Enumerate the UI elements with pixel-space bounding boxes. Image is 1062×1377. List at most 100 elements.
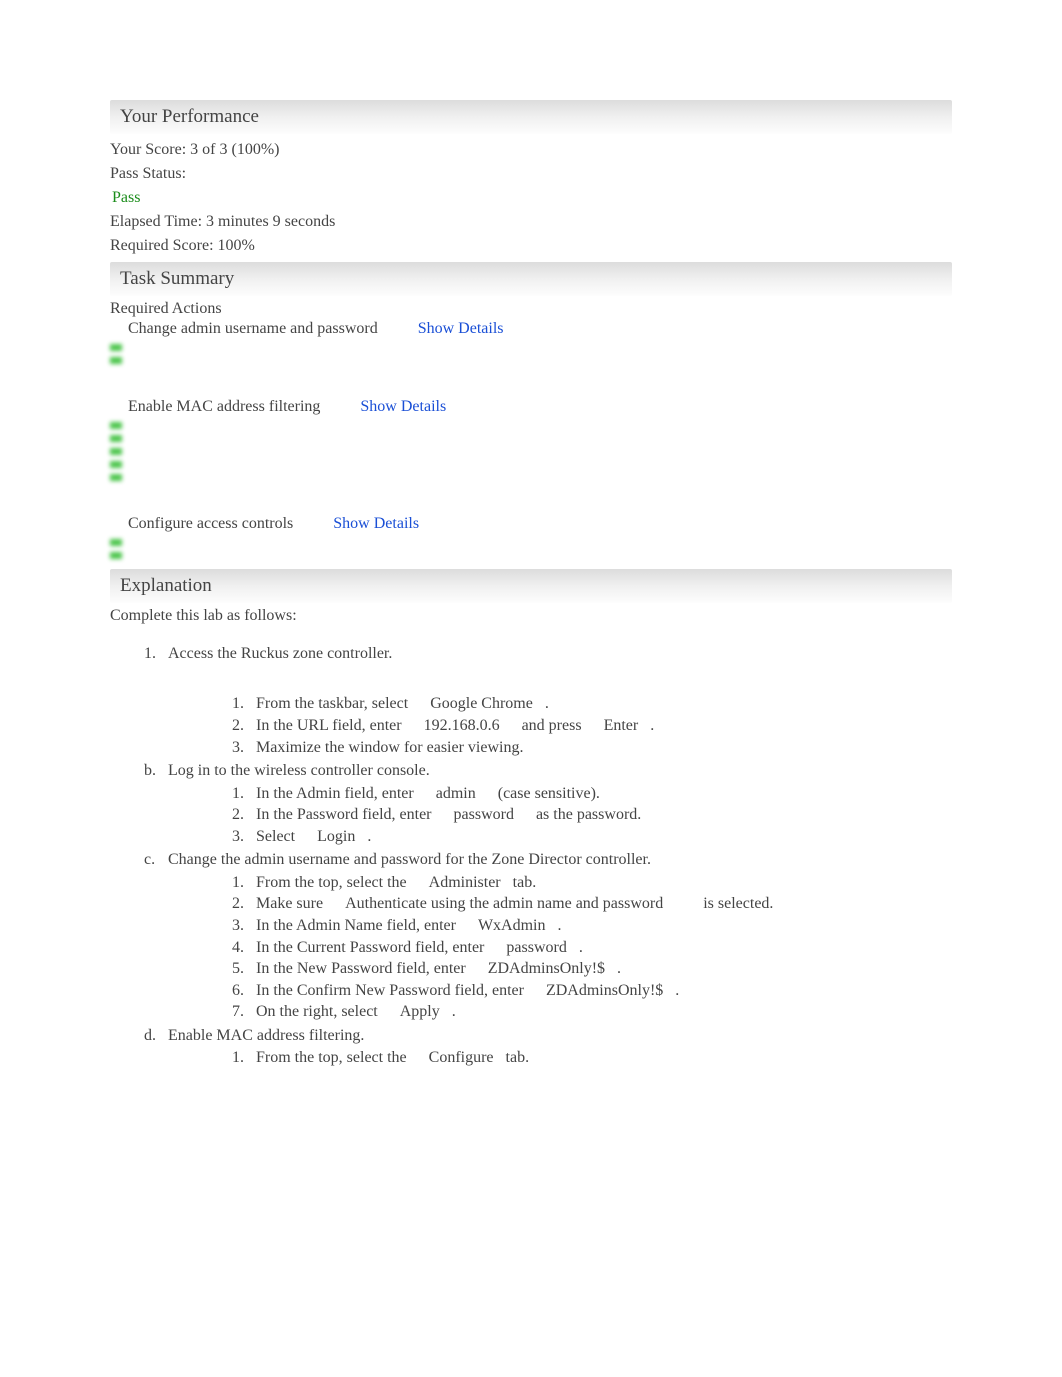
substep-text-fragment: Make sure: [256, 895, 323, 912]
substep-text-fragment: In the Confirm New Password field, enter: [256, 982, 524, 999]
substep-number: 1.: [232, 872, 244, 894]
substep-text-fragment: .: [452, 1003, 456, 1020]
explanation-intro: Complete this lab as follows:: [110, 607, 952, 625]
required-actions-label: Required Actions: [110, 300, 952, 318]
substep-item: 3.In the Admin Name field, enterWxAdmin.: [256, 915, 952, 937]
check-icon: [110, 422, 122, 429]
pass-status-label: Pass Status:: [110, 162, 952, 186]
substep-item: 1.From the top, select theConfiguretab.: [256, 1047, 952, 1069]
substep-text-fragment: Authenticate using the admin name and pa…: [345, 895, 663, 912]
substep-text-fragment: In the Admin Name field, enter: [256, 917, 456, 934]
substep-number: 7.: [232, 1001, 244, 1023]
substep-item: 7.On the right, selectApply.: [256, 1001, 952, 1023]
score-line: Your Score: 3 of 3 (100%): [110, 138, 952, 162]
check-icon: [110, 474, 122, 481]
step-item: 1. Access the Ruckus zone controller. 1. Fr…: [168, 643, 952, 758]
action-row: Configure access controls Show Details: [110, 515, 952, 533]
substep-text-fragment: Google Chrome: [430, 695, 533, 712]
step-number: 1.: [144, 643, 156, 665]
substep-text-fragment: In the Admin field, enter: [256, 785, 414, 802]
substep-item: 1.From the taskbar, selectGoogle Chrome.: [256, 693, 952, 715]
substep-text-fragment: password: [454, 806, 514, 823]
step-item: b.Log in to the wireless controller cons…: [168, 760, 952, 847]
action-block: Enable MAC address filtering Show Details: [110, 398, 952, 481]
substep-number: 1.: [232, 693, 244, 715]
substep-number: 2.: [232, 804, 244, 826]
substep-item: 4.In the Current Password field, enterpa…: [256, 937, 952, 959]
substep-text-fragment: From the top, select the: [256, 1049, 407, 1066]
substep-item: 3.SelectLogin.: [256, 826, 952, 848]
action-label: Change admin username and password: [128, 320, 378, 338]
substep-text-fragment: .: [650, 717, 654, 734]
substep-text-fragment: In the Password field, enter: [256, 806, 432, 823]
substep-number: 2.: [232, 715, 244, 737]
check-icon: [110, 461, 122, 468]
substep-item: 3.Maximize the window for easier viewing…: [256, 737, 952, 759]
substep-text-fragment: ZDAdminsOnly!$: [546, 982, 663, 999]
action-row: Change admin username and password Show D…: [110, 320, 952, 338]
action-label: Configure access controls: [128, 515, 293, 533]
required-score: Required Score: 100%: [110, 234, 952, 258]
action-row: Enable MAC address filtering Show Details: [110, 398, 952, 416]
substep-number: 3.: [232, 737, 244, 759]
substep-list: 1. From the taskbar, select Google Chrome.…: [168, 693, 952, 758]
show-details-link[interactable]: Show Details: [360, 398, 446, 416]
check-icon: [110, 435, 122, 442]
substep-text-fragment: .: [545, 695, 549, 712]
elapsed-time: Elapsed Time: 3 minutes 9 seconds: [110, 210, 952, 234]
substep-text-fragment: On the right, select: [256, 1003, 378, 1020]
substep-text-fragment: .: [617, 960, 621, 977]
substep-text-fragment: ZDAdminsOnly!$: [488, 960, 605, 977]
substep-text-fragment: Maximize the window for easier viewing.: [256, 739, 523, 756]
substep-number: 1.: [232, 1047, 244, 1069]
step-text: Enable MAC address filtering.: [168, 1025, 364, 1047]
step-text: Access the Ruckus zone controller.: [168, 643, 392, 665]
substep-text-fragment: Administer: [429, 874, 501, 891]
substep-item: 2.In the URL field, enter192.168.0.6and …: [256, 715, 952, 737]
substep-item: 1.In the Admin field, enteradmin(case se…: [256, 783, 952, 805]
substep-number: 4.: [232, 937, 244, 959]
substep-text-fragment: tab.: [513, 874, 537, 891]
status-markers: [110, 422, 952, 481]
substep-text-fragment: Configure: [429, 1049, 494, 1066]
substep-text-fragment: .: [675, 982, 679, 999]
substep-text-fragment: password: [506, 939, 566, 956]
substep-text-fragment: In the New Password field, enter: [256, 960, 466, 977]
action-block: Change admin username and password Show D…: [110, 320, 952, 364]
explanation-header: Explanation: [110, 569, 952, 603]
substep-text-fragment: WxAdmin: [478, 917, 546, 934]
show-details-link[interactable]: Show Details: [333, 515, 419, 533]
action-block: Configure access controls Show Details: [110, 515, 952, 559]
check-icon: [110, 448, 122, 455]
substep-text-fragment: 192.168.0.6: [424, 717, 500, 734]
substep-text-fragment: From the taskbar, select: [256, 695, 408, 712]
substep-item: 6.In the Confirm New Password field, ent…: [256, 980, 952, 1002]
step-number: d.: [144, 1025, 156, 1047]
substep-number: 3.: [232, 826, 244, 848]
check-icon: [110, 357, 122, 364]
substep-text-fragment: tab.: [506, 1049, 530, 1066]
step-number: b.: [144, 760, 156, 782]
substep-number: 1.: [232, 783, 244, 805]
substep-text-fragment: admin: [436, 785, 476, 802]
substep-text-fragment: (case sensitive).: [498, 785, 600, 802]
substep-list: 1. From the top, select the Configure tab.: [168, 1047, 952, 1069]
substep-text-fragment: as the password.: [536, 806, 641, 823]
substep-text-fragment: Enter: [604, 717, 639, 734]
substep-text-fragment: is selected.: [703, 895, 773, 912]
task-summary-header: Task Summary: [110, 262, 952, 296]
substep-text-fragment: .: [557, 917, 561, 934]
action-label: Enable MAC address filtering: [128, 398, 320, 416]
show-details-link[interactable]: Show Details: [418, 320, 504, 338]
substep-item: 2.Make sureAuthenticate using the admin …: [256, 893, 952, 915]
substep-text-fragment: .: [579, 939, 583, 956]
substep-text-fragment: In the Current Password field, enter: [256, 939, 484, 956]
status-markers: [110, 539, 952, 559]
substep-number: 5.: [232, 958, 244, 980]
substep-text-fragment: Apply: [400, 1003, 440, 1020]
step-text: Change the admin username and password f…: [168, 849, 651, 871]
substep-item: 5.In the New Password field, enterZDAdmi…: [256, 958, 952, 980]
performance-header: Your Performance: [110, 100, 952, 134]
step-item: c.Change the admin username and password…: [168, 849, 952, 1023]
substep-text-fragment: Select: [256, 828, 295, 845]
